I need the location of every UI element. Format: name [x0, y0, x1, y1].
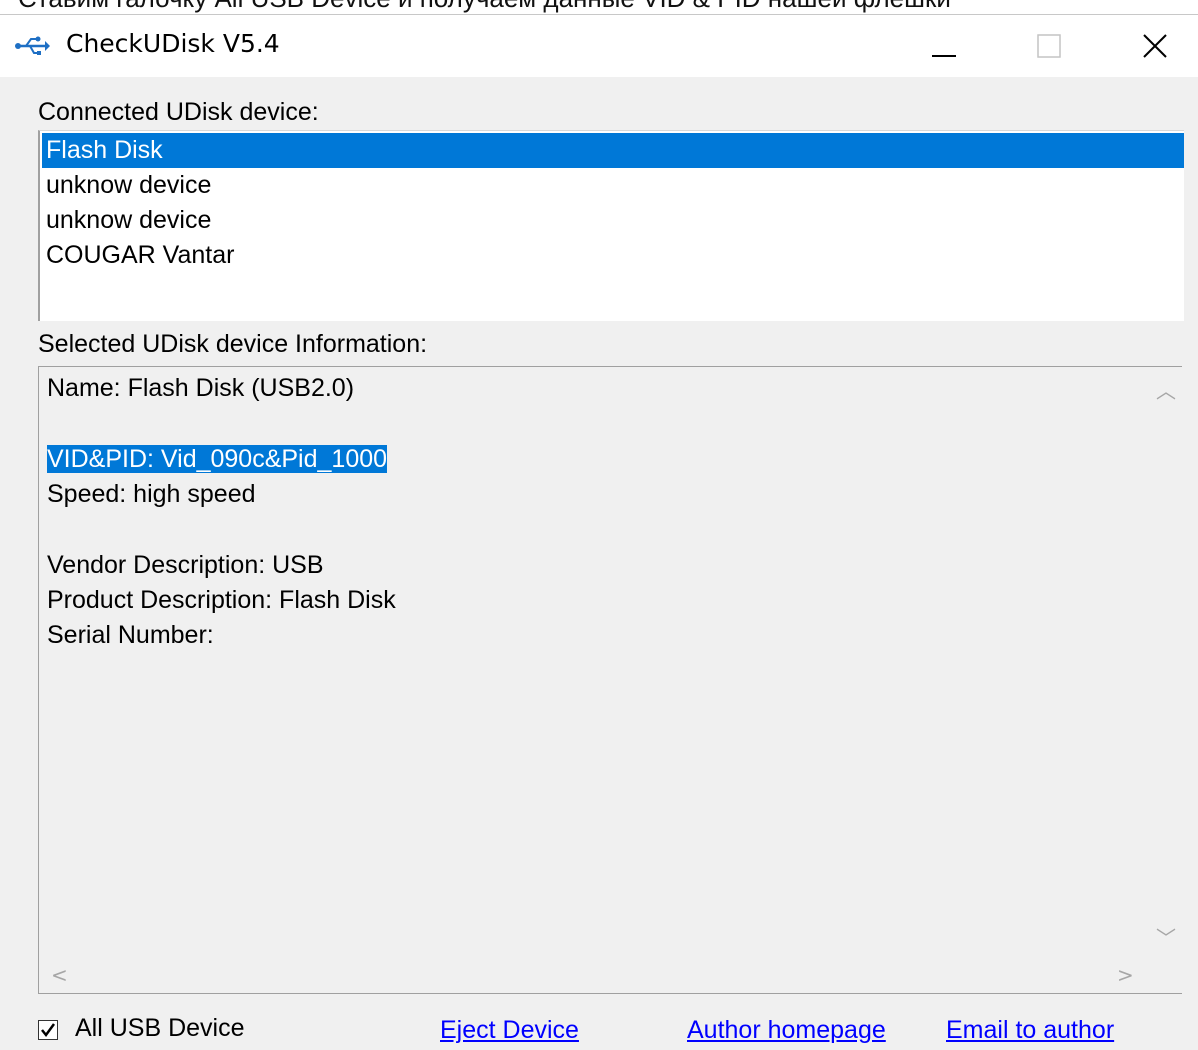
minimize-button[interactable]	[890, 15, 1000, 77]
device-list-item[interactable]: COUGAR Vantar	[42, 238, 1184, 273]
cropped-caption-text: Ставим галочку All USB Device и получаем…	[18, 0, 951, 14]
checkmark-icon	[41, 1023, 56, 1038]
eject-device-link[interactable]: Eject Device	[440, 1016, 579, 1045]
info-product: Product Description: Flash Disk	[47, 586, 396, 614]
device-list-item[interactable]: Flash Disk	[42, 133, 1184, 168]
author-homepage-link[interactable]: Author homepage	[687, 1016, 886, 1045]
window-title: CheckUDisk V5.4	[66, 29, 280, 58]
connected-devices-label: Connected UDisk device:	[38, 98, 319, 126]
device-list-item[interactable]: unknow device	[42, 168, 1184, 203]
scroll-right-icon[interactable]: >	[1117, 963, 1134, 987]
cropped-caption: Ставим галочку All USB Device и получаем…	[0, 0, 1198, 14]
maximize-icon	[1037, 34, 1061, 58]
usb-icon	[14, 35, 50, 57]
info-speed: Speed: high speed	[47, 480, 256, 508]
info-name: Name: Flash Disk (USB2.0)	[47, 374, 355, 402]
minimize-icon	[932, 55, 956, 57]
close-icon	[1143, 34, 1167, 58]
vertical-scrollbar[interactable]: ︿ ﹀	[1146, 367, 1182, 957]
vid-pid-selection: VID&PID: Vid_090c&Pid_1000	[47, 445, 388, 473]
scroll-down-icon[interactable]: ﹀	[1156, 922, 1176, 951]
checkudisk-window: Ставим галочку All USB Device и получаем…	[0, 0, 1198, 1050]
scroll-up-icon[interactable]: ︿	[1156, 375, 1176, 404]
all-usb-device-checkbox[interactable]	[38, 1020, 58, 1040]
email-author-link[interactable]: Email to author	[946, 1016, 1114, 1045]
maximize-button[interactable]	[995, 15, 1105, 77]
horizontal-scrollbar[interactable]: < >	[39, 957, 1146, 993]
title-bar: CheckUDisk V5.4	[0, 15, 1198, 77]
device-info-label: Selected UDisk device Information:	[38, 330, 428, 358]
all-usb-device-label[interactable]: All USB Device	[75, 1014, 245, 1043]
device-info-box[interactable]: Name: Flash Disk (USB2.0) VID&PID: Vid_0…	[38, 366, 1182, 994]
scroll-left-icon[interactable]: <	[51, 963, 68, 987]
info-serial: Serial Number:	[47, 621, 214, 649]
info-vid-pid[interactable]: VID&PID: Vid_090c&Pid_1000	[47, 443, 388, 475]
device-list[interactable]: Flash Disk unknow device unknow device C…	[38, 130, 1184, 321]
device-list-item[interactable]: unknow device	[42, 203, 1184, 238]
close-button[interactable]	[1100, 15, 1198, 77]
info-vendor: Vendor Description: USB	[47, 551, 324, 579]
